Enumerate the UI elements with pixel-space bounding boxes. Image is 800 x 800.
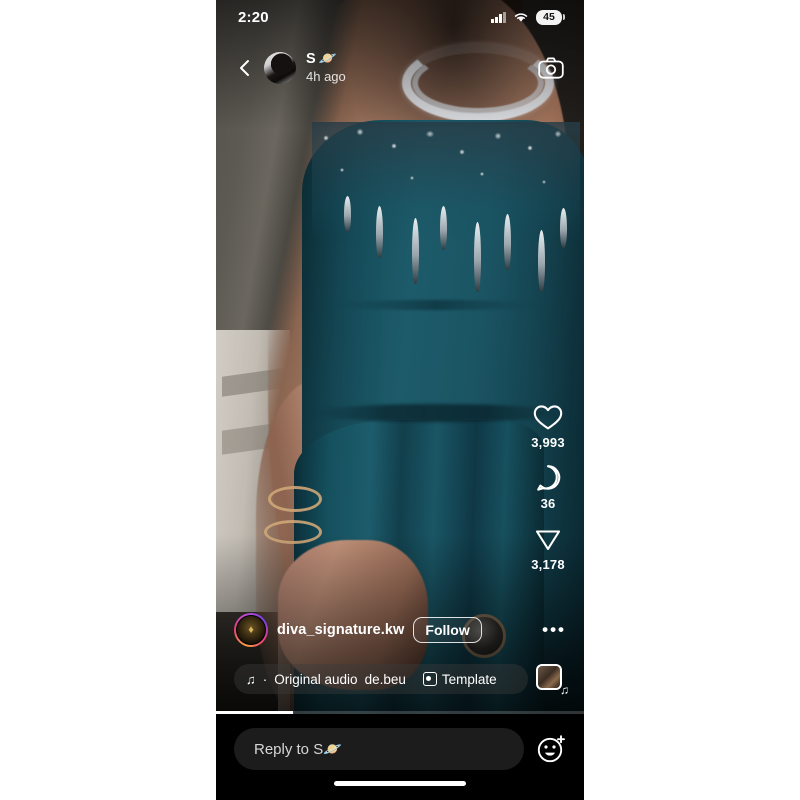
bead-drip [538,230,545,292]
audio-prefix: · [262,671,268,687]
phone-frame: 2:20 45 S 🪐 4h ago 3,993 36 3,178 ♦ diva… [216,0,584,800]
audio-author: de.beu [364,671,406,687]
share-icon [535,530,561,551]
back-chevron-icon[interactable] [236,59,254,77]
comment-count: 36 [540,496,556,511]
bracelet [268,486,322,512]
reply-bar: Reply to S🪐 [216,714,584,800]
sticker-smiley-icon[interactable] [536,734,566,764]
story-header: S 🪐 4h ago [216,46,584,90]
share-count: 3,178 [531,557,565,572]
more-options-button[interactable]: ••• [542,620,566,640]
template-icon [422,672,437,686]
home-indicator [334,781,466,786]
bead-drip [440,206,447,250]
story-video[interactable]: 2:20 45 S 🪐 4h ago 3,993 36 3,178 ♦ diva… [216,0,584,714]
dress-bust-seam [336,300,536,310]
battery-indicator: 45 [536,9,565,25]
template-label: Template [441,671,497,687]
bead-drip [412,218,419,284]
album-music-note-icon: ♫ [560,683,569,697]
heart-icon [533,405,563,430]
bead-drip [376,206,383,258]
planet-emoji: 🪐 [318,51,337,68]
post-author-row: ♦ diva_signature.kw Follow ••• [216,610,584,650]
share-button[interactable]: 3,178 [531,525,565,572]
music-note-icon: ♫ [246,671,256,687]
comment-button[interactable]: 36 [534,464,562,511]
bead-drip [474,222,481,292]
reply-input[interactable]: Reply to S🪐 [234,728,524,770]
like-button[interactable]: 3,993 [531,404,565,450]
story-username: S [306,51,316,68]
avatar[interactable] [264,52,296,84]
story-username-row[interactable]: S 🪐 [306,51,346,68]
screenshot-canvas: 2:20 45 S 🪐 4h ago 3,993 36 3,178 ♦ diva… [0,0,800,800]
cellular-signal-icon [491,11,506,23]
audio-attribution-pill[interactable]: ♫ · Original audio de.beu Template [234,664,528,694]
status-indicators: 45 [491,9,565,25]
camera-icon[interactable] [538,57,564,79]
brand-logo-icon: ♦ [248,623,254,636]
bead-drip [504,214,511,270]
audio-row: ♫ · Original audio de.beu Template ♫ [216,662,584,697]
bead-drip [344,196,351,232]
story-author-meta: S 🪐 4h ago [306,51,346,85]
audio-label: Original audio [274,671,358,687]
status-bar: 2:20 45 [216,0,584,34]
status-time: 2:20 [238,8,269,26]
post-username[interactable]: diva_signature.kw [277,622,404,638]
wifi-icon [514,13,528,22]
comment-icon [537,465,561,491]
template-chip[interactable]: Template [422,671,497,687]
like-count: 3,993 [531,435,565,450]
author-avatar[interactable]: ♦ [234,613,268,647]
album-art [536,664,562,690]
follow-button[interactable]: Follow [413,617,482,643]
bracelet [264,520,322,544]
story-timestamp: 4h ago [306,68,346,84]
bead-drip [560,208,567,248]
action-rail: 3,993 36 3,178 [520,404,576,572]
audio-thumbnail-button[interactable]: ♫ [536,664,569,697]
